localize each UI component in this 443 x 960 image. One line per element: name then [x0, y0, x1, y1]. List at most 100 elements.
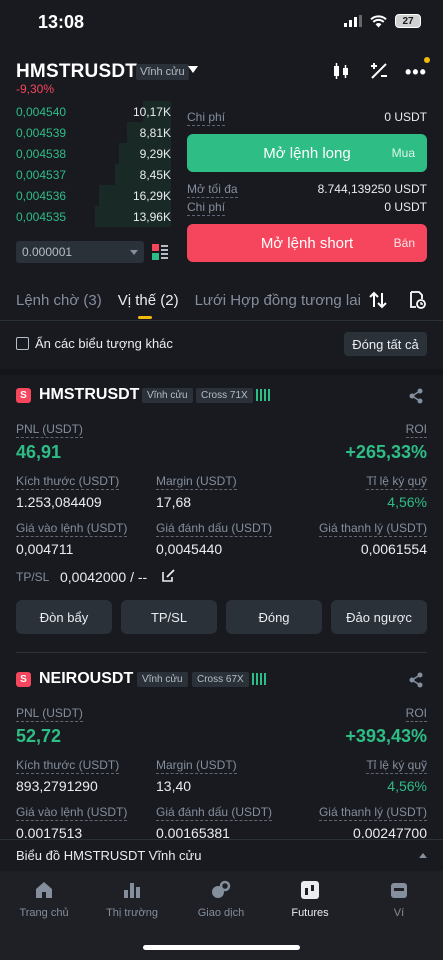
chart-bar[interactable]: Biểu đồ HMSTRUSDT Vĩnh cửu [0, 839, 443, 871]
orderbook-qty: 13,96K [132, 209, 171, 224]
entry-price-label: Giá vào lệnh (USDT) [16, 521, 128, 537]
pnl-label: PNL (USDT) [16, 706, 83, 722]
tab-futures-grid[interactable]: Lưới Hợp đồng tương lai [195, 292, 361, 309]
position-symbol[interactable]: HMSTRUSDT [39, 386, 139, 404]
orderbook-row[interactable]: 0,004536 16,29K [16, 185, 171, 206]
liq-price-value: 0,0061554 [360, 541, 427, 557]
sell-label: Bán [393, 236, 415, 250]
pnl-value: 52,72 [16, 726, 62, 746]
orderbook-layout-icon[interactable] [152, 244, 168, 260]
max-open-value: 8.744,139250 USDT [317, 182, 427, 196]
signal-icon [344, 15, 362, 27]
wallet-icon [391, 883, 407, 898]
nav-home[interactable]: Trang chủ [0, 880, 88, 919]
size-label: Kích thước (USDT) [16, 474, 120, 490]
status-time: 13:08 [38, 12, 85, 32]
active-tab-indicator [138, 316, 152, 319]
leverage-button[interactable]: Đòn bẩy [16, 600, 112, 634]
home-indicator [143, 945, 300, 950]
candlestick-chart-icon[interactable] [331, 62, 351, 80]
margin-label: Margin (USDT) [156, 758, 237, 774]
open-short-button[interactable]: Mở lệnh short Bán [187, 224, 427, 262]
tpsl-button[interactable]: TP/SL [121, 600, 217, 634]
sort-icon[interactable] [369, 291, 387, 309]
status-icons: 27 [344, 14, 421, 28]
share-icon[interactable] [408, 672, 424, 688]
orderbook-row[interactable]: 0,004540 10,17K [16, 101, 171, 122]
short-side-badge: S [16, 388, 31, 403]
card-divider [16, 652, 427, 653]
cost-value: 0 USDT [384, 110, 427, 124]
mark-price-label: Giá đánh dấu (USDT) [156, 521, 273, 537]
roi-value: +265,33% [345, 442, 427, 462]
roi-value: +393,43% [345, 726, 427, 746]
orderbook-row[interactable]: 0,004538 9,29K [16, 143, 171, 164]
nav-futures[interactable]: Futures [266, 880, 354, 919]
history-doc-icon[interactable] [408, 291, 426, 309]
margin-mode-chip: Cross 67X [192, 672, 249, 687]
wifi-icon [370, 14, 387, 27]
orderbook-row[interactable]: 0,004539 8,81K [16, 122, 171, 143]
close-position-button[interactable]: Đóng [226, 600, 322, 634]
cost-label: Chi phí [187, 110, 226, 126]
size-label: Kích thước (USDT) [16, 758, 120, 774]
contract-type-chip: Vĩnh cửu [137, 672, 188, 687]
nav-markets[interactable]: Thị trường [88, 880, 176, 919]
cost-value: 0 USDT [384, 200, 427, 214]
tabs-divider [0, 320, 443, 321]
nav-wallet[interactable]: Ví [355, 880, 443, 919]
tab-open-orders[interactable]: Lệnh chờ (3) [16, 292, 102, 309]
max-open-label: Mở tối đa [187, 182, 238, 198]
share-icon[interactable] [408, 388, 424, 404]
edit-icon[interactable] [161, 569, 175, 583]
pnl-label: PNL (USDT) [16, 422, 83, 438]
margin-ratio-value: 4,56% [387, 778, 427, 794]
nav-trade-label: Giao dịch [197, 907, 245, 919]
tab-positions[interactable]: Vị thế (2) [118, 292, 179, 309]
entry-price-label: Giá vào lệnh (USDT) [16, 805, 128, 821]
calculator-icon[interactable] [369, 62, 389, 80]
markets-icon [124, 883, 140, 898]
orderbook-row[interactable]: 0,004537 8,45K [16, 164, 171, 185]
orderbook-price: 0,004537 [16, 167, 67, 182]
buy-label: Mua [391, 146, 415, 160]
margin-ratio-label: Tỉ lệ ký quỹ [366, 474, 427, 490]
leverage-level-icon [256, 389, 270, 401]
symbol-title[interactable]: HMSTRUSDT [16, 61, 137, 83]
tick-size-select[interactable]: 0.000001 [16, 241, 144, 263]
orderbook-qty: 8,81K [139, 125, 171, 140]
orderbook-price: 0,004540 [16, 104, 67, 119]
price-change: -9,30% [16, 82, 55, 96]
hide-other-symbols-checkbox[interactable] [16, 337, 29, 350]
cost-row-bottom: Chi phí 0 USDT [187, 200, 427, 216]
reverse-position-button[interactable]: Đảo ngược [331, 600, 427, 634]
trade-icon [212, 880, 231, 898]
tpsl-value: 0,0042000 / -- [60, 569, 148, 585]
orderbook-price: 0,004538 [16, 146, 67, 161]
position-symbol[interactable]: NEIROUSDT [39, 670, 133, 688]
tpsl-label: TP/SL [16, 570, 50, 584]
nav-trade[interactable]: Giao dịch [177, 880, 265, 919]
liq-price-label: Giá thanh lý (USDT) [318, 805, 427, 821]
mark-price-label: Giá đánh dấu (USDT) [156, 805, 273, 821]
chevron-up-icon [419, 853, 427, 858]
open-long-label: Mở lệnh long [263, 144, 351, 162]
margin-ratio-value: 4,56% [387, 494, 427, 510]
size-value: 1.253,084409 [16, 494, 102, 510]
max-open-row: Mở tối đa 8.744,139250 USDT [187, 182, 427, 198]
battery-icon: 27 [395, 14, 421, 28]
size-value: 893,2791290 [16, 778, 98, 794]
cost-row-top: Chi phí 0 USDT [187, 110, 427, 126]
contract-type-chip: Vĩnh cửu [142, 388, 193, 403]
futures-icon [301, 881, 319, 899]
open-long-button[interactable]: Mở lệnh long Mua [187, 134, 427, 172]
nav-wallet-label: Ví [393, 907, 405, 919]
margin-value: 13,40 [156, 778, 192, 794]
more-options-icon[interactable]: ••• [405, 62, 427, 83]
orderbook-row[interactable]: 0,004535 13,96K [16, 206, 171, 227]
nav-home-label: Trang chủ [19, 907, 69, 919]
chevron-down-icon[interactable] [188, 66, 198, 73]
close-all-button[interactable]: Đóng tất cả [344, 332, 427, 356]
orderbook-price: 0,004536 [16, 188, 67, 203]
leverage-level-icon [252, 673, 266, 685]
